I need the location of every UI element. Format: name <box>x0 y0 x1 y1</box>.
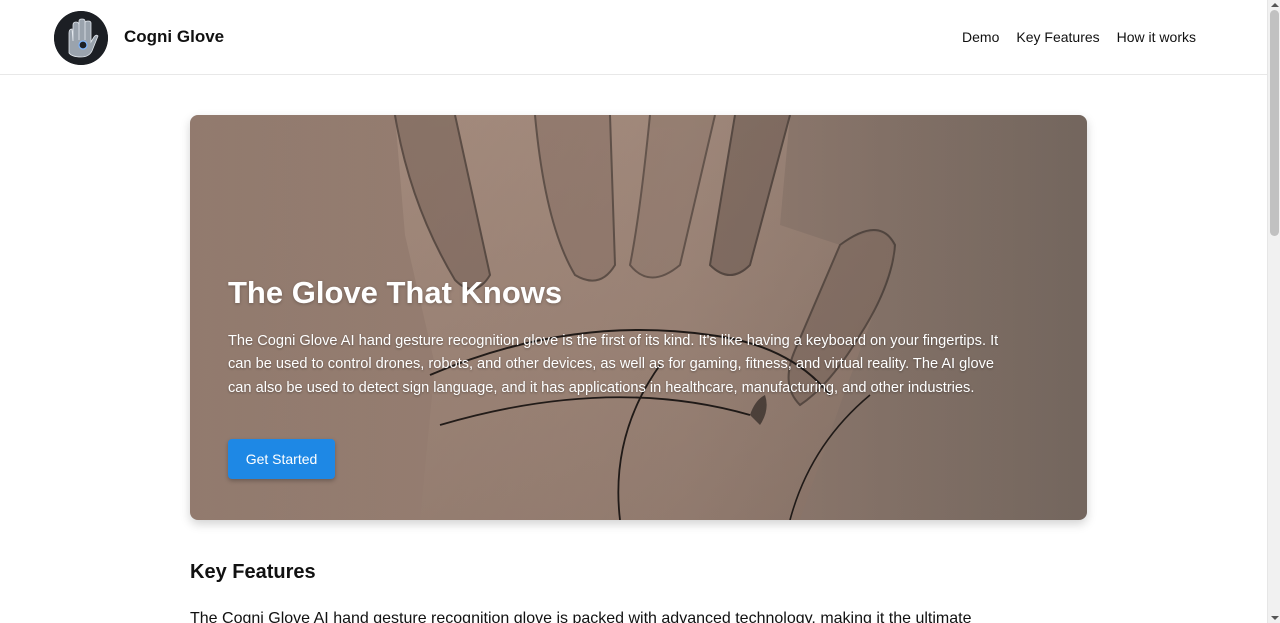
nav-link-how-it-works[interactable]: How it works <box>1117 29 1196 45</box>
nav-link-key-features[interactable]: Key Features <box>1016 29 1099 45</box>
key-features-title: Key Features <box>190 561 316 583</box>
page-scrollbar[interactable] <box>1267 0 1280 623</box>
get-started-button[interactable]: Get Started <box>228 439 335 479</box>
hero-title: The Glove That Knows <box>228 275 563 310</box>
site-header: Cogni Glove Demo Key Features How it wor… <box>0 0 1267 75</box>
scroll-up-arrow-icon[interactable] <box>1271 3 1279 7</box>
nav-link-demo[interactable]: Demo <box>962 29 999 45</box>
glove-logo-icon[interactable] <box>54 11 108 65</box>
main-nav: Demo Key Features How it works <box>962 29 1196 45</box>
hero-banner: The Glove That Knows The Cogni Glove AI … <box>190 115 1087 520</box>
hero-description: The Cogni Glove AI hand gesture recognit… <box>228 333 999 396</box>
scroll-down-arrow-icon[interactable] <box>1271 616 1279 620</box>
key-features-intro: The Cogni Glove AI hand gesture recognit… <box>190 610 972 623</box>
scrollbar-thumb[interactable] <box>1270 10 1279 236</box>
brand-name[interactable]: Cogni Glove <box>124 27 224 47</box>
page: Cogni Glove Demo Key Features How it wor… <box>0 0 1280 623</box>
